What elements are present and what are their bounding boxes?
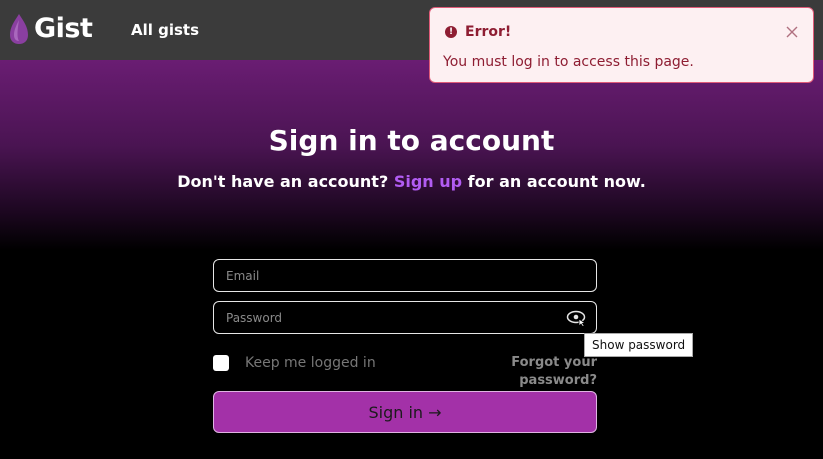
remember-me-label: Keep me logged in [245,355,376,371]
signup-prompt-suffix: for an account now. [462,172,646,191]
signup-prompt-prefix: Don't have an account? [177,172,394,191]
logo-text: Gist [34,13,93,44]
error-alert-icon: ! [445,26,457,38]
password-input[interactable] [214,302,596,333]
toast-message: You must log in to access this page. [443,54,694,70]
error-toast: ! Error! You must log in to access this … [429,7,814,83]
close-icon[interactable] [785,25,799,39]
remember-me-checkbox[interactable] [213,355,229,371]
sign-in-button[interactable]: Sign in → [213,391,597,433]
signup-link[interactable]: Sign up [394,172,462,191]
show-password-tooltip: Show password [584,333,694,357]
logo[interactable]: Gist [8,12,93,46]
show-password-eye-icon[interactable] [566,310,588,326]
password-field [213,301,597,334]
remember-me: Keep me logged in [213,354,376,372]
email-input[interactable] [214,260,596,291]
gist-logo-icon [10,14,28,44]
forgot-password-link[interactable]: Forgot your password? [438,354,597,390]
page-title: Sign in to account [268,124,555,157]
email-field [213,259,597,292]
signup-prompt: Don't have an account? Sign up for an ac… [0,171,823,193]
toast-title: Error! [465,24,512,40]
nav-all-gists[interactable]: All gists [131,20,199,40]
